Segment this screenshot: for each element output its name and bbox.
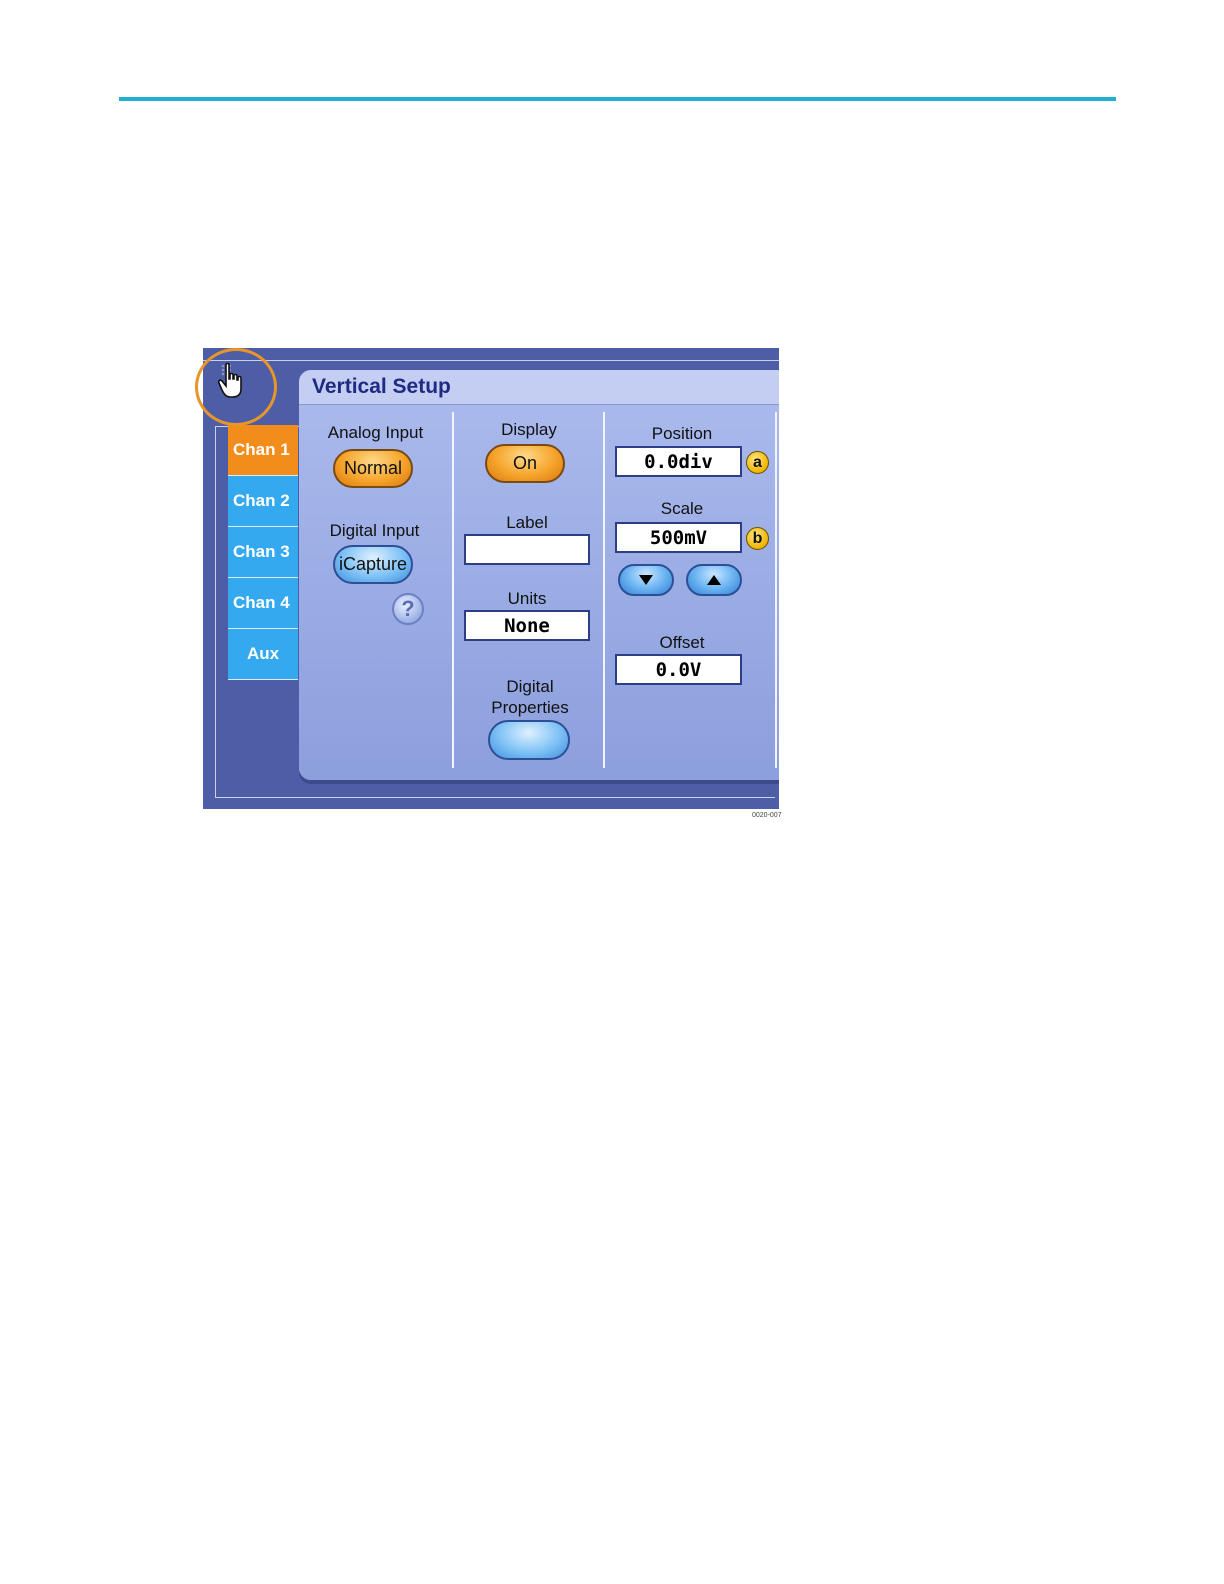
scale-up-button[interactable] xyxy=(686,564,742,596)
panel-title: Vertical Setup xyxy=(312,375,451,398)
offset-label: Offset xyxy=(659,633,705,652)
callout-a-badge: a xyxy=(746,451,769,474)
tab-chan-3[interactable]: Chan 3 xyxy=(228,527,298,578)
label-field-label: Label xyxy=(506,513,548,532)
figure-id: 0020-007 xyxy=(752,812,782,819)
digital-properties-label-line2: Properties xyxy=(491,698,569,717)
down-arrow-icon xyxy=(639,575,653,585)
highlight-ring xyxy=(195,348,277,426)
vertical-setup-panel: Vertical Setup Analog Input Normal Digit… xyxy=(299,370,779,780)
position-label: Position xyxy=(651,424,713,443)
tab-aux[interactable]: Aux xyxy=(228,629,298,680)
label-input[interactable] xyxy=(464,534,590,565)
frame-top-line xyxy=(203,360,779,361)
scale-down-button[interactable] xyxy=(618,564,674,596)
header-rule xyxy=(119,97,1116,101)
digital-input-icapture-button[interactable]: iCapture xyxy=(333,545,413,584)
panel-title-bar: Vertical Setup xyxy=(299,370,779,405)
position-field[interactable]: 0.0div xyxy=(615,446,742,477)
digital-input-label: Digital Input xyxy=(329,521,420,540)
column-divider xyxy=(452,412,454,768)
digital-properties-button[interactable] xyxy=(488,720,570,760)
units-field[interactable]: None xyxy=(464,610,590,641)
offset-field[interactable]: 0.0V xyxy=(615,654,742,685)
digital-properties-label-line1: Digital xyxy=(506,677,554,696)
tab-chan-1[interactable]: Chan 1 xyxy=(228,425,298,476)
units-label: Units xyxy=(507,589,547,608)
analog-input-label: Analog Input xyxy=(327,423,424,442)
callout-b-badge: b xyxy=(746,527,769,550)
up-arrow-icon xyxy=(707,575,721,585)
tab-chan-2[interactable]: Chan 2 xyxy=(228,476,298,527)
scale-field[interactable]: 500mV xyxy=(615,522,742,553)
column-divider xyxy=(775,412,777,768)
scale-label: Scale xyxy=(660,499,704,518)
screenshot-frame: Chan 1 Chan 2 Chan 3 Chan 4 Aux Vertical… xyxy=(203,348,779,809)
display-label: Display xyxy=(501,420,557,439)
display-on-button[interactable]: On xyxy=(485,444,565,483)
channel-tabs: Chan 1 Chan 2 Chan 3 Chan 4 Aux xyxy=(228,425,298,680)
column-divider xyxy=(603,412,605,768)
help-icon[interactable]: ? xyxy=(392,593,424,625)
analog-input-normal-button[interactable]: Normal xyxy=(333,449,413,488)
tab-chan-4[interactable]: Chan 4 xyxy=(228,578,298,629)
